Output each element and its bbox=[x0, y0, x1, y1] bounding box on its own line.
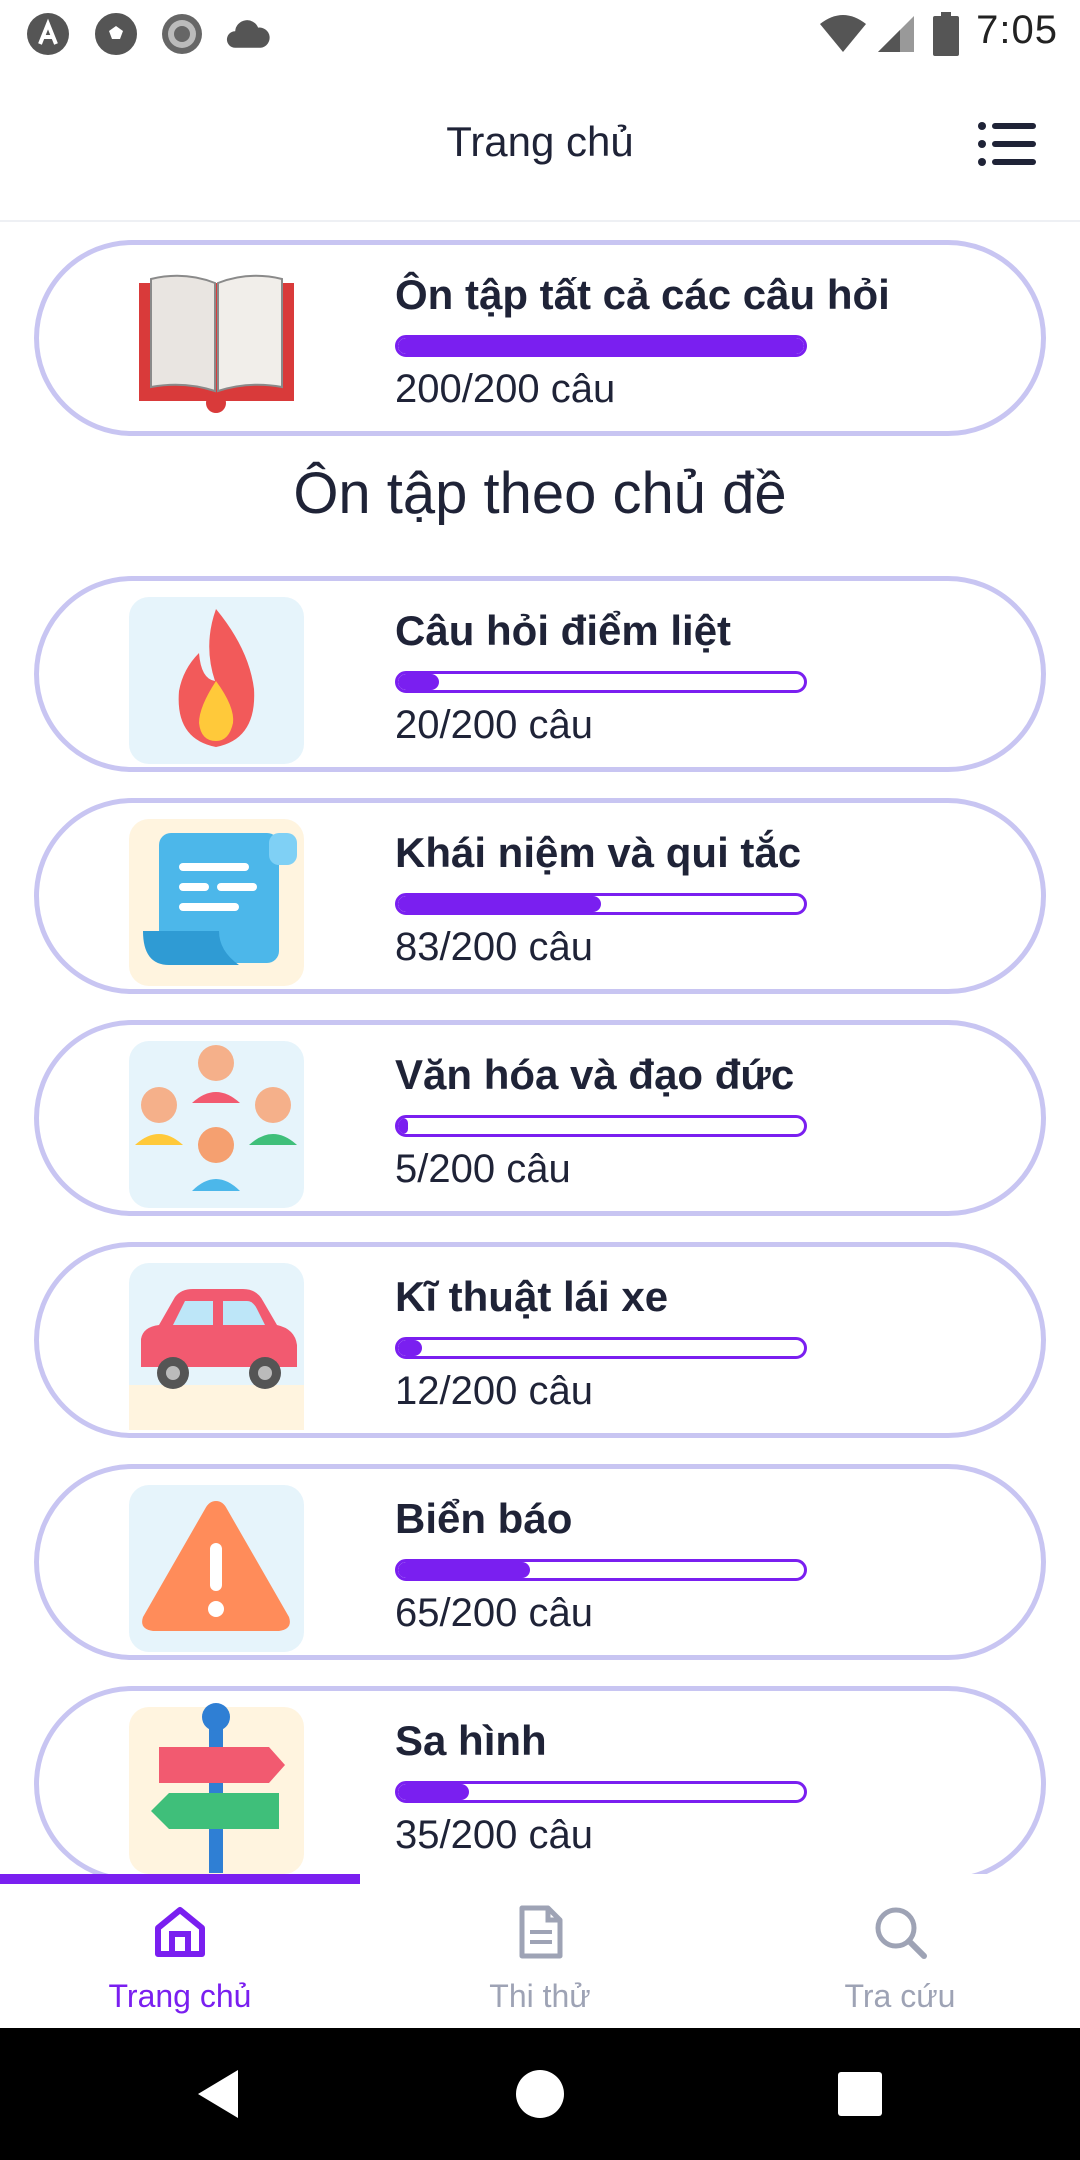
fire-icon bbox=[129, 589, 304, 764]
record-icon bbox=[160, 12, 204, 56]
progress-fill bbox=[398, 1118, 409, 1134]
section-heading: Ôn tập theo chủ đề bbox=[293, 461, 787, 526]
progress-fill bbox=[398, 1340, 423, 1356]
main-content: Ôn tập tất cả các câu hỏi 200/200 câu Ôn… bbox=[0, 222, 1080, 1874]
progress-bar bbox=[395, 1337, 807, 1359]
clock-time: 7:05 bbox=[976, 8, 1058, 52]
card-count: 35/200 câu bbox=[395, 1813, 593, 1857]
progress-fill bbox=[398, 1784, 470, 1800]
wifi-icon bbox=[818, 12, 868, 56]
card-title: Câu hỏi điểm liệt bbox=[395, 607, 732, 654]
all-questions-card[interactable]: Ôn tập tất cả các câu hỏi 200/200 câu bbox=[34, 240, 1046, 436]
list-menu-icon[interactable] bbox=[976, 118, 1040, 170]
card-title: Biển báo bbox=[395, 1495, 573, 1542]
progress-fill bbox=[398, 1562, 530, 1578]
tab-practice-test[interactable]: Thi thử bbox=[360, 1884, 720, 2028]
open-book-icon bbox=[129, 253, 304, 428]
progress-bar bbox=[395, 1781, 807, 1803]
topic-card-driving[interactable]: Kĩ thuật lái xe 12/200 câu bbox=[34, 1242, 1046, 1438]
card-count: 20/200 câu bbox=[395, 703, 593, 747]
active-tab-indicator bbox=[0, 1874, 360, 1884]
tab-lookup[interactable]: Tra cứu bbox=[720, 1884, 1080, 2028]
signpost-icon bbox=[129, 1699, 304, 1874]
progress-fill bbox=[398, 896, 601, 912]
app-bar: Trang chủ bbox=[0, 66, 1080, 222]
android-a-icon bbox=[26, 12, 70, 56]
car-icon bbox=[129, 1255, 304, 1430]
recents-icon[interactable] bbox=[830, 2064, 890, 2124]
soccer-ball-icon bbox=[94, 12, 138, 56]
document-icon bbox=[512, 1904, 568, 1960]
card-count: 5/200 câu bbox=[395, 1147, 571, 1191]
topic-card-signs[interactable]: Biển báo 65/200 câu bbox=[34, 1464, 1046, 1660]
home-icon bbox=[152, 1904, 208, 1960]
search-icon bbox=[872, 1904, 928, 1960]
progress-fill bbox=[398, 674, 439, 690]
tab-label: Thi thử bbox=[489, 1978, 591, 2014]
card-title: Văn hóa và đạo đức bbox=[395, 1051, 795, 1098]
bottom-nav: Trang chủ Thi thử Tra cứu bbox=[0, 1874, 1080, 2028]
system-nav-bar bbox=[0, 2028, 1080, 2160]
topic-card-rules[interactable]: Khái niệm và qui tắc 83/200 câu bbox=[34, 798, 1046, 994]
people-icon bbox=[129, 1033, 304, 1208]
progress-bar bbox=[395, 671, 807, 693]
topic-card-fire[interactable]: Câu hỏi điểm liệt 20/200 câu bbox=[34, 576, 1046, 772]
scroll-icon bbox=[129, 811, 304, 986]
warning-sign-icon bbox=[129, 1477, 304, 1652]
tab-label: Tra cứu bbox=[844, 1978, 956, 2014]
card-title: Ôn tập tất cả các câu hỏi bbox=[395, 271, 890, 318]
card-count: 12/200 câu bbox=[395, 1369, 593, 1413]
card-title: Sa hình bbox=[395, 1717, 547, 1764]
progress-bar bbox=[395, 1115, 807, 1137]
home-circle-icon[interactable] bbox=[510, 2064, 570, 2124]
tab-label: Trang chủ bbox=[108, 1978, 252, 2014]
progress-bar bbox=[395, 893, 807, 915]
card-title: Kĩ thuật lái xe bbox=[395, 1273, 669, 1320]
card-count: 65/200 câu bbox=[395, 1591, 593, 1635]
status-bar: 7:05 bbox=[0, 0, 1080, 66]
tab-home[interactable]: Trang chủ bbox=[0, 1884, 360, 2028]
cloud-icon bbox=[226, 12, 270, 56]
card-count: 83/200 câu bbox=[395, 925, 593, 969]
topic-card-practice-yard[interactable]: Sa hình 35/200 câu bbox=[34, 1686, 1046, 1874]
topic-card-culture[interactable]: Văn hóa và đạo đức 5/200 câu bbox=[34, 1020, 1046, 1216]
signal-icon bbox=[874, 12, 918, 56]
progress-bar bbox=[395, 335, 807, 357]
card-count: 200/200 câu bbox=[395, 367, 616, 411]
battery-icon bbox=[930, 12, 962, 56]
back-icon[interactable] bbox=[190, 2064, 250, 2124]
progress-bar bbox=[395, 1559, 807, 1581]
card-title: Khái niệm và qui tắc bbox=[395, 829, 802, 876]
progress-fill bbox=[398, 338, 804, 354]
page-title: Trang chủ bbox=[446, 118, 634, 165]
